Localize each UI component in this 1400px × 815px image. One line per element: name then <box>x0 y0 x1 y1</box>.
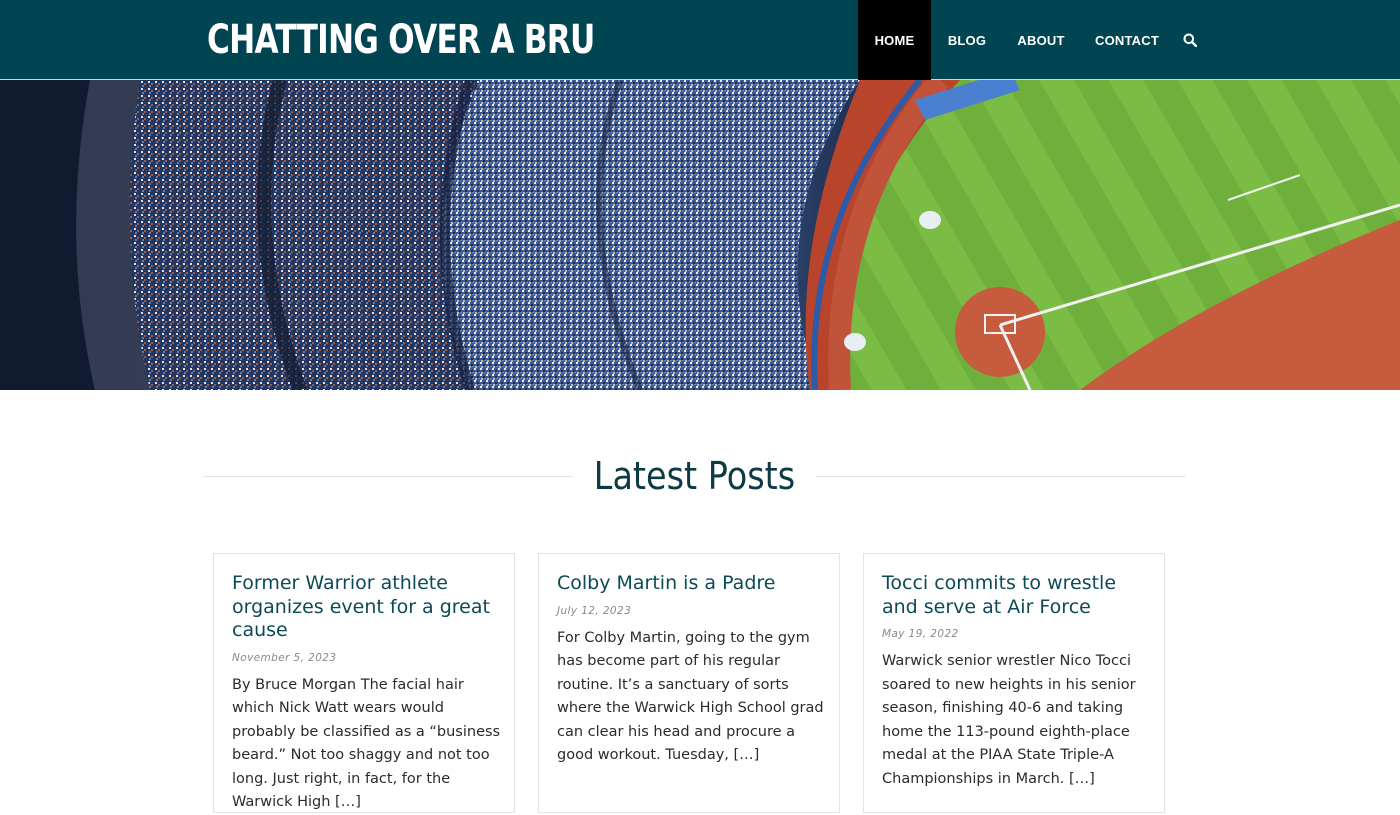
post-title-link[interactable]: Former Warrior athlete organizes event f… <box>232 572 502 643</box>
site-header: CHATTING OVER A BRU HOME BLOG ABOUT CONT… <box>0 0 1400 80</box>
post-date: May 19, 2022 <box>882 628 1146 640</box>
main-nav: HOME BLOG ABOUT CONTACT <box>858 0 1205 80</box>
nav-item-blog[interactable]: BLOG <box>931 0 1003 80</box>
search-button[interactable] <box>1175 0 1205 80</box>
nav-item-about[interactable]: ABOUT <box>1003 0 1079 80</box>
search-icon <box>1183 33 1197 47</box>
divider <box>816 476 1186 477</box>
post-date: July 12, 2023 <box>557 605 821 617</box>
post-card: Tocci commits to wrestle and serve at Ai… <box>863 553 1165 813</box>
post-card: Former Warrior athlete organizes event f… <box>213 553 515 813</box>
nav-item-home[interactable]: HOME <box>858 0 931 80</box>
nav-item-contact[interactable]: CONTACT <box>1079 0 1175 80</box>
site-title[interactable]: CHATTING OVER A BRU <box>207 14 595 66</box>
latest-posts-heading-wrap: Latest Posts <box>203 448 1186 504</box>
post-excerpt: By Bruce Morgan The facial hair which Ni… <box>232 674 504 815</box>
divider <box>203 476 573 477</box>
post-title-link[interactable]: Colby Martin is a Padre <box>557 572 827 596</box>
stadium-illustration <box>0 80 1400 390</box>
post-card: Colby Martin is a Padre July 12, 2023 Fo… <box>538 553 840 813</box>
post-date: November 5, 2023 <box>232 652 496 664</box>
hero-image <box>0 80 1400 390</box>
section-title: Latest Posts <box>588 448 802 504</box>
post-title-link[interactable]: Tocci commits to wrestle and serve at Ai… <box>882 572 1152 619</box>
post-excerpt: Warwick senior wrestler Nico Tocci soare… <box>882 650 1154 792</box>
post-excerpt: For Colby Martin, going to the gym has b… <box>557 627 829 769</box>
